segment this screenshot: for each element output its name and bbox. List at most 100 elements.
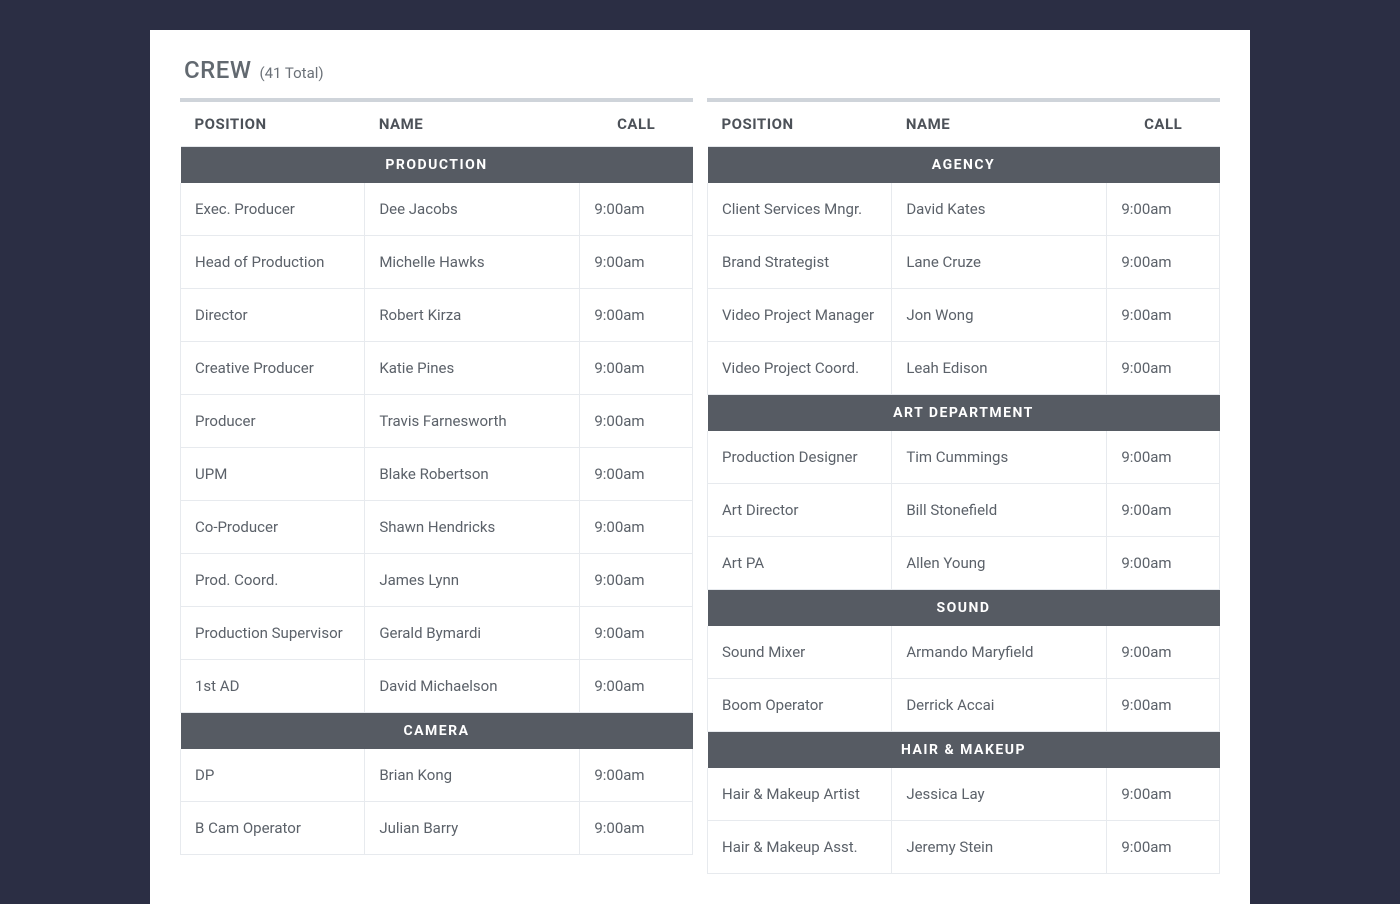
cell-position: B Cam Operator — [181, 802, 365, 855]
table-header-row: POSITION NAME CALL — [708, 102, 1220, 147]
call-sheet: CREW (41 Total) POSITION NAME CALL PRODU… — [150, 30, 1250, 904]
crew-row: Art DirectorBill Stonefield9:00am — [708, 484, 1220, 537]
section-row: HAIR & MAKEUP — [708, 732, 1220, 769]
cell-name: Julian Barry — [365, 802, 580, 855]
cell-name: Brian Kong — [365, 749, 580, 802]
cell-call: 9:00am — [1107, 484, 1220, 537]
section-label: SOUND — [708, 590, 1220, 627]
cell-position: Head of Production — [181, 236, 365, 289]
section-title: CREW — [184, 56, 251, 84]
table-header-row: POSITION NAME CALL — [181, 102, 693, 147]
cell-position: Video Project Manager — [708, 289, 892, 342]
section-row: CAMERA — [181, 713, 693, 750]
cell-position: Hair & Makeup Asst. — [708, 821, 892, 874]
cell-call: 9:00am — [1107, 431, 1220, 484]
cell-position: Art Director — [708, 484, 892, 537]
section-label: AGENCY — [708, 147, 1220, 184]
cell-position: Video Project Coord. — [708, 342, 892, 395]
cell-position: 1st AD — [181, 660, 365, 713]
section-label: CAMERA — [181, 713, 693, 750]
cell-name: Jon Wong — [892, 289, 1107, 342]
cell-name: James Lynn — [365, 554, 580, 607]
header-position: POSITION — [181, 102, 365, 147]
cell-position: Boom Operator — [708, 679, 892, 732]
cell-position: Creative Producer — [181, 342, 365, 395]
cell-call: 9:00am — [580, 448, 693, 501]
cell-call: 9:00am — [1107, 626, 1220, 679]
cell-call: 9:00am — [580, 802, 693, 855]
section-header: CREW (41 Total) — [180, 52, 1220, 98]
crew-columns: POSITION NAME CALL PRODUCTIONExec. Produ… — [180, 98, 1220, 874]
cell-position: Co-Producer — [181, 501, 365, 554]
cell-call: 9:00am — [580, 395, 693, 448]
cell-name: David Michaelson — [365, 660, 580, 713]
crew-column-left: POSITION NAME CALL PRODUCTIONExec. Produ… — [180, 98, 693, 874]
cell-position: Exec. Producer — [181, 183, 365, 236]
section-row: ART DEPARTMENT — [708, 395, 1220, 432]
cell-position: DP — [181, 749, 365, 802]
cell-position: UPM — [181, 448, 365, 501]
crew-column-right: POSITION NAME CALL AGENCYClient Services… — [707, 98, 1220, 874]
crew-row: Exec. ProducerDee Jacobs9:00am — [181, 183, 693, 236]
cell-name: Dee Jacobs — [365, 183, 580, 236]
cell-call: 9:00am — [1107, 768, 1220, 821]
section-label: HAIR & MAKEUP — [708, 732, 1220, 769]
section-row: PRODUCTION — [181, 147, 693, 184]
cell-name: Travis Farnesworth — [365, 395, 580, 448]
header-call: CALL — [1107, 102, 1220, 147]
cell-name: Derrick Accai — [892, 679, 1107, 732]
crew-table-right: POSITION NAME CALL AGENCYClient Services… — [707, 102, 1220, 874]
crew-count: (41 Total) — [259, 64, 323, 82]
header-position: POSITION — [708, 102, 892, 147]
cell-name: Blake Robertson — [365, 448, 580, 501]
cell-position: Client Services Mngr. — [708, 183, 892, 236]
crew-row: Co-ProducerShawn Hendricks9:00am — [181, 501, 693, 554]
section-row: AGENCY — [708, 147, 1220, 184]
cell-call: 9:00am — [580, 183, 693, 236]
crew-row: 1st ADDavid Michaelson9:00am — [181, 660, 693, 713]
crew-row: Client Services Mngr.David Kates9:00am — [708, 183, 1220, 236]
header-name: NAME — [365, 102, 580, 147]
crew-row: Art PAAllen Young9:00am — [708, 537, 1220, 590]
cell-position: Prod. Coord. — [181, 554, 365, 607]
crew-row: Production SupervisorGerald Bymardi9:00a… — [181, 607, 693, 660]
crew-row: Brand StrategistLane Cruze9:00am — [708, 236, 1220, 289]
crew-row: Hair & Makeup ArtistJessica Lay9:00am — [708, 768, 1220, 821]
crew-table-left: POSITION NAME CALL PRODUCTIONExec. Produ… — [180, 102, 693, 855]
cell-call: 9:00am — [1107, 183, 1220, 236]
cell-call: 9:00am — [1107, 342, 1220, 395]
cell-position: Production Designer — [708, 431, 892, 484]
section-row: SOUND — [708, 590, 1220, 627]
crew-row: Video Project Coord.Leah Edison9:00am — [708, 342, 1220, 395]
cell-call: 9:00am — [580, 289, 693, 342]
crew-row: DirectorRobert Kirza9:00am — [181, 289, 693, 342]
crew-row: Head of ProductionMichelle Hawks9:00am — [181, 236, 693, 289]
cell-name: Jessica Lay — [892, 768, 1107, 821]
cell-position: Producer — [181, 395, 365, 448]
cell-name: Bill Stonefield — [892, 484, 1107, 537]
cell-position: Sound Mixer — [708, 626, 892, 679]
cell-name: David Kates — [892, 183, 1107, 236]
section-label: ART DEPARTMENT — [708, 395, 1220, 432]
cell-call: 9:00am — [580, 660, 693, 713]
crew-row: UPMBlake Robertson9:00am — [181, 448, 693, 501]
crew-row: Creative ProducerKatie Pines9:00am — [181, 342, 693, 395]
cell-position: Brand Strategist — [708, 236, 892, 289]
cell-call: 9:00am — [1107, 679, 1220, 732]
cell-name: Jeremy Stein — [892, 821, 1107, 874]
cell-name: Lane Cruze — [892, 236, 1107, 289]
header-call: CALL — [580, 102, 693, 147]
cell-call: 9:00am — [1107, 821, 1220, 874]
crew-row: Hair & Makeup Asst.Jeremy Stein9:00am — [708, 821, 1220, 874]
cell-position: Director — [181, 289, 365, 342]
crew-row: DPBrian Kong9:00am — [181, 749, 693, 802]
crew-row: B Cam OperatorJulian Barry9:00am — [181, 802, 693, 855]
cell-call: 9:00am — [580, 236, 693, 289]
section-label: PRODUCTION — [181, 147, 693, 184]
cell-name: Michelle Hawks — [365, 236, 580, 289]
header-name: NAME — [892, 102, 1107, 147]
cell-name: Tim Cummings — [892, 431, 1107, 484]
cell-call: 9:00am — [1107, 289, 1220, 342]
cell-position: Art PA — [708, 537, 892, 590]
crew-row: Boom OperatorDerrick Accai9:00am — [708, 679, 1220, 732]
